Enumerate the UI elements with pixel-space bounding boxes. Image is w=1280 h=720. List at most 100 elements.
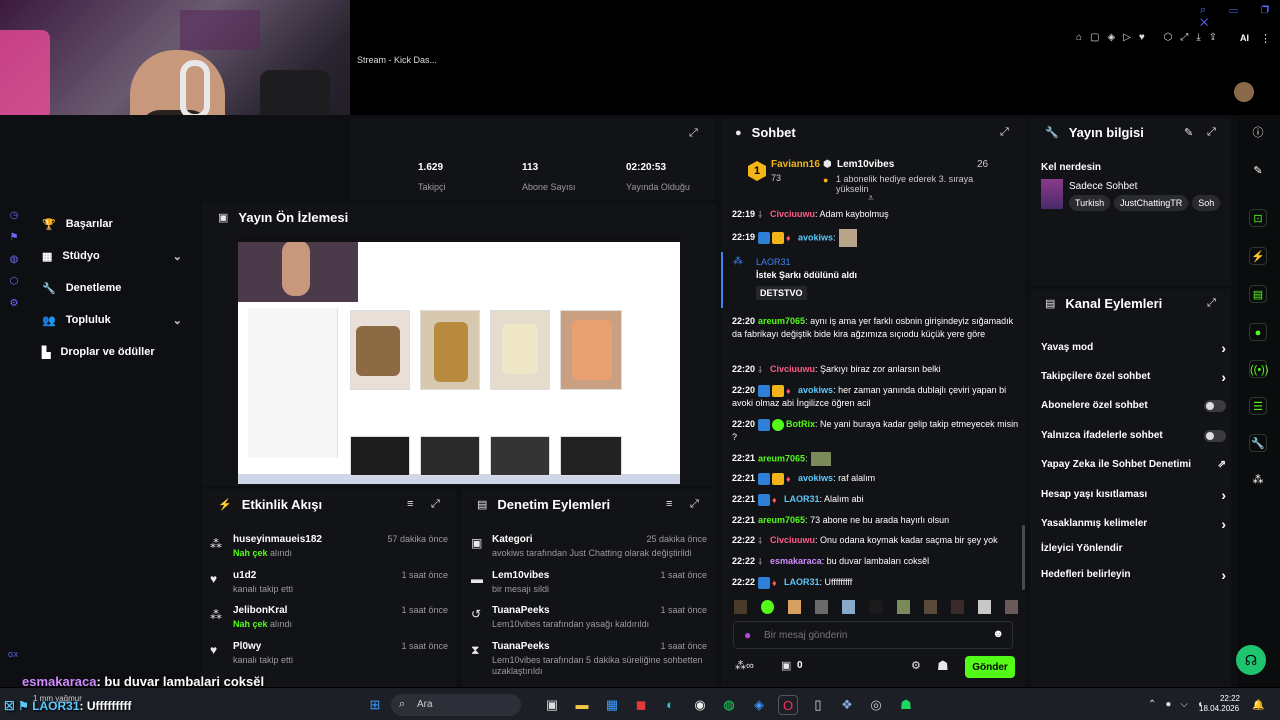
file-explorer-icon[interactable]: ▬: [572, 695, 592, 715]
notification-icon[interactable]: 🔔: [1252, 700, 1264, 711]
taskbar-search[interactable]: ⌕ Ara: [391, 694, 521, 716]
action-followers-only[interactable]: Takipçilere özel sohbet ›: [1041, 369, 1226, 385]
expand-icon[interactable]: ⤢: [689, 127, 698, 140]
sidebar-item-droplar[interactable]: ▙ Droplar ve ödüller: [30, 336, 200, 368]
support-button[interactable]: ☊: [1236, 645, 1266, 675]
layout-icon[interactable]: ☰: [1249, 397, 1267, 415]
menu-kebab-icon[interactable]: ⋮: [1260, 32, 1271, 45]
chat-user[interactable]: Civciuuwu: [770, 535, 815, 545]
tag-pill[interactable]: Soh: [1192, 195, 1221, 211]
bot-icon[interactable]: ☗: [937, 658, 949, 674]
emote-icon[interactable]: [1004, 600, 1019, 614]
chat-user[interactable]: avokiws: [798, 232, 833, 242]
clock[interactable]: 22:22: [1212, 693, 1240, 704]
emote-icon[interactable]: [734, 600, 748, 614]
chat-input[interactable]: [764, 627, 984, 643]
emote-bar[interactable]: [734, 600, 1019, 616]
chat-user[interactable]: areum7065: [758, 515, 805, 525]
document-icon[interactable]: ▯: [808, 695, 828, 715]
chat-user[interactable]: esmakaraca: [770, 556, 822, 566]
opera-gx-icon[interactable]: O: [778, 695, 798, 715]
sidebar-item-studyo[interactable]: ▦ Stüdyo ⌄: [30, 240, 200, 272]
windows-start-icon[interactable]: ⊞: [365, 695, 385, 715]
send-button[interactable]: Gönder: [965, 656, 1015, 678]
edge-icon[interactable]: ◐: [660, 695, 680, 715]
spotify-icon[interactable]: ◍: [719, 695, 739, 715]
toggle-switch[interactable]: [1204, 400, 1226, 412]
edit-pencil-icon[interactable]: ✎: [1184, 126, 1193, 139]
info-icon[interactable]: ⓘ: [1249, 124, 1267, 142]
emote-icon[interactable]: [815, 600, 829, 614]
collapse-icon[interactable]: ⩡: [868, 193, 874, 204]
app-icon[interactable]: ◼: [631, 695, 651, 715]
action-emote-only[interactable]: Yalnızca ifadelerle sohbet: [1041, 430, 1226, 442]
action-subscribers-only[interactable]: Abonelere özel sohbet: [1041, 400, 1226, 412]
leader-user[interactable]: Lem10vibes: [837, 159, 894, 170]
expand-icon[interactable]: ⤢: [690, 498, 699, 511]
reward-user[interactable]: LAOR31: [756, 257, 791, 267]
action-raid[interactable]: İzleyici Yönlendir: [1041, 543, 1226, 554]
obs-icon[interactable]: ◉: [690, 695, 710, 715]
emote-icon[interactable]: [842, 600, 856, 614]
broadcast-icon[interactable]: ((•)): [1249, 360, 1269, 378]
filter-icon[interactable]: ≡: [407, 498, 413, 510]
chat-user[interactable]: BotRix: [786, 419, 815, 429]
expand-icon[interactable]: ⤢: [431, 498, 440, 511]
expand-icon[interactable]: ⤢: [1000, 126, 1009, 139]
chat-user[interactable]: avokiws: [798, 473, 833, 483]
emote-icon[interactable]: [869, 600, 883, 614]
emote-icon[interactable]: [896, 600, 910, 614]
action-account-age[interactable]: Hesap yaşı kısıtlaması ›: [1041, 487, 1226, 503]
drops-icon[interactable]: ⁂: [1249, 471, 1267, 489]
settings-gear-icon[interactable]: ⚙: [911, 659, 921, 672]
emote-icon[interactable]: [923, 600, 937, 614]
expand-icon[interactable]: ⤢: [1207, 297, 1216, 310]
app-icon[interactable]: ◈: [749, 695, 769, 715]
toggle-switch[interactable]: [1204, 430, 1226, 442]
wrench-icon[interactable]: 🔧: [1249, 434, 1267, 452]
chat-user[interactable]: avokiws: [798, 385, 833, 395]
sidebar-item-topluluk[interactable]: 👥 Topluluk ⌄: [30, 304, 200, 336]
microphone-icon[interactable]: ●: [744, 628, 751, 642]
ai-button[interactable]: AI: [1240, 33, 1249, 43]
chat-user[interactable]: areum7065: [758, 453, 805, 463]
kick-emote-icon[interactable]: [761, 600, 775, 614]
drops-icon[interactable]: ⁂∞: [735, 659, 754, 672]
tag-pill[interactable]: Turkish: [1069, 195, 1111, 211]
pencil-icon[interactable]: ✎: [1249, 162, 1267, 180]
chat-scrollbar[interactable]: [1022, 525, 1025, 590]
chat-user[interactable]: LAOR31: [784, 577, 820, 587]
leader-user[interactable]: Faviann16: [771, 159, 820, 170]
lightning-icon[interactable]: ⚡: [1249, 247, 1267, 265]
store-icon[interactable]: ▦: [602, 695, 622, 715]
clipboard-icon[interactable]: ▤: [1249, 285, 1267, 303]
focus-icon[interactable]: ⊡: [1249, 209, 1267, 227]
sidebar-item-denetleme[interactable]: 🔧 Denetleme: [30, 272, 200, 304]
emote-icon[interactable]: [788, 600, 802, 614]
chat-user[interactable]: Civciuuwu: [770, 209, 815, 219]
emote-icon[interactable]: [950, 600, 964, 614]
sidebar-item-basarilar[interactable]: 🏆 Başarılar: [30, 208, 200, 240]
browser-tab-title[interactable]: Stream - Kick Das...: [357, 55, 437, 65]
chat-icon[interactable]: ●: [1249, 323, 1267, 341]
chat-input-box[interactable]: ● ☻: [733, 621, 1013, 649]
browser-toolbar-icons[interactable]: ⌂▢◈▷♥ ⬡⤢⤓⇪: [1076, 32, 1225, 43]
emoji-icon[interactable]: ☻: [992, 628, 1004, 640]
action-goals[interactable]: Hedefleri belirleyin ›: [1041, 567, 1226, 583]
avatar[interactable]: [1234, 82, 1254, 102]
taskview-icon[interactable]: ▣: [542, 695, 562, 715]
app-icon[interactable]: ☗: [896, 695, 916, 715]
emote-icon[interactable]: [977, 600, 991, 614]
action-ai-moderation[interactable]: Yapay Zeka ile Sohbet Denetimi ⇗: [1041, 459, 1226, 470]
category-name[interactable]: Sadece Sohbet: [1069, 181, 1137, 192]
chat-user[interactable]: Civciuuwu: [770, 364, 815, 374]
action-banned-words[interactable]: Yasaklanmış kelimeler ›: [1041, 516, 1226, 532]
tag-pill[interactable]: JustChattingTR: [1114, 195, 1189, 211]
steam-icon[interactable]: ◎: [866, 695, 886, 715]
expand-icon[interactable]: ⤢: [1207, 126, 1216, 139]
chat-user[interactable]: LAOR31: [784, 494, 820, 504]
preview-video[interactable]: [238, 236, 680, 484]
filter-icon[interactable]: ≡: [666, 498, 672, 510]
chat-user[interactable]: areum7065: [758, 316, 805, 326]
action-slow-mode[interactable]: Yavaş mod ›: [1041, 340, 1226, 356]
